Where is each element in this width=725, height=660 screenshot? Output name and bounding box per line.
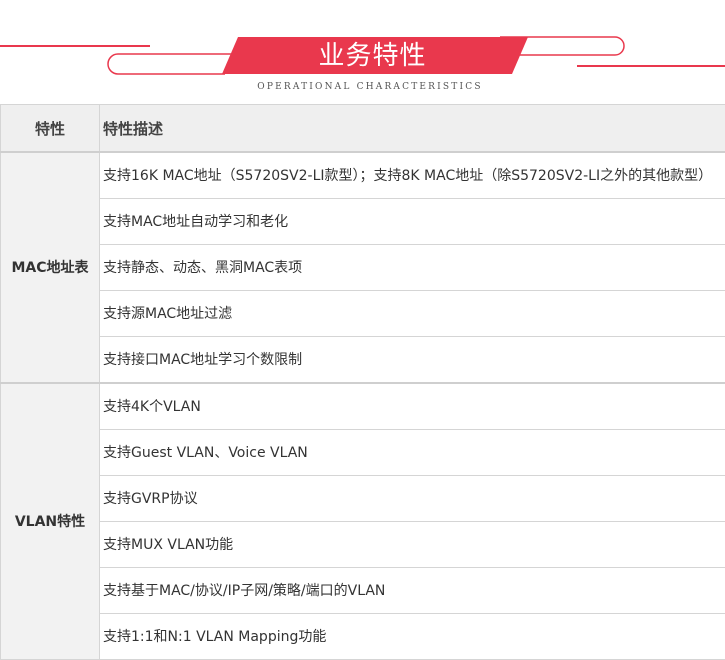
description-cell: 支持静态、动态、黑洞MAC表项 [100, 245, 725, 291]
description-cell: 支持基于MAC/协议/IP子网/策略/端口的VLAN [100, 568, 725, 614]
table-row: 支持MUX VLAN功能 [1, 522, 725, 568]
description-cell: 支持源MAC地址过滤 [100, 291, 725, 337]
category-cell-mac-table: MAC地址表 [1, 152, 100, 383]
table-row: MAC地址表 支持16K MAC地址（S5720SV2-LI款型）；支持8K M… [1, 152, 725, 199]
description-cell: 支持GVRP协议 [100, 476, 725, 522]
description-cell: 支持1:1和N:1 VLAN Mapping功能 [100, 614, 725, 660]
section-title: 业务特性 [230, 38, 515, 74]
table-row: 支持静态、动态、黑洞MAC表项 [1, 245, 725, 291]
description-cell: 支持16K MAC地址（S5720SV2-LI款型）；支持8K MAC地址（除S… [100, 152, 725, 199]
table-row: 支持基于MAC/协议/IP子网/策略/端口的VLAN [1, 568, 725, 614]
description-cell: 支持4K个VLAN [100, 383, 725, 430]
section-subtitle: OPERATIONAL CHARACTERISTICS [200, 82, 540, 92]
feature-table: 特性 特性描述 MAC地址表 支持16K MAC地址（S5720SV2-LI款型… [0, 104, 725, 660]
description-cell: 支持MAC地址自动学习和老化 [100, 199, 725, 245]
table-row: 支持GVRP协议 [1, 476, 725, 522]
table-row: 支持接口MAC地址学习个数限制 [1, 337, 725, 384]
column-header-description: 特性描述 [100, 105, 725, 153]
description-cell: 支持Guest VLAN、Voice VLAN [100, 430, 725, 476]
section-header: 业务特性 OPERATIONAL CHARACTERISTICS [0, 0, 725, 104]
table-row: 支持源MAC地址过滤 [1, 291, 725, 337]
column-header-feature: 特性 [1, 105, 100, 153]
description-cell: 支持接口MAC地址学习个数限制 [100, 337, 725, 384]
table-row: 支持1:1和N:1 VLAN Mapping功能 [1, 614, 725, 660]
table-header-row: 特性 特性描述 [1, 105, 725, 153]
category-cell-vlan: VLAN特性 [1, 383, 100, 660]
table-row: VLAN特性 支持4K个VLAN [1, 383, 725, 430]
description-cell: 支持MUX VLAN功能 [100, 522, 725, 568]
table-row: 支持Guest VLAN、Voice VLAN [1, 430, 725, 476]
table-row: 支持MAC地址自动学习和老化 [1, 199, 725, 245]
